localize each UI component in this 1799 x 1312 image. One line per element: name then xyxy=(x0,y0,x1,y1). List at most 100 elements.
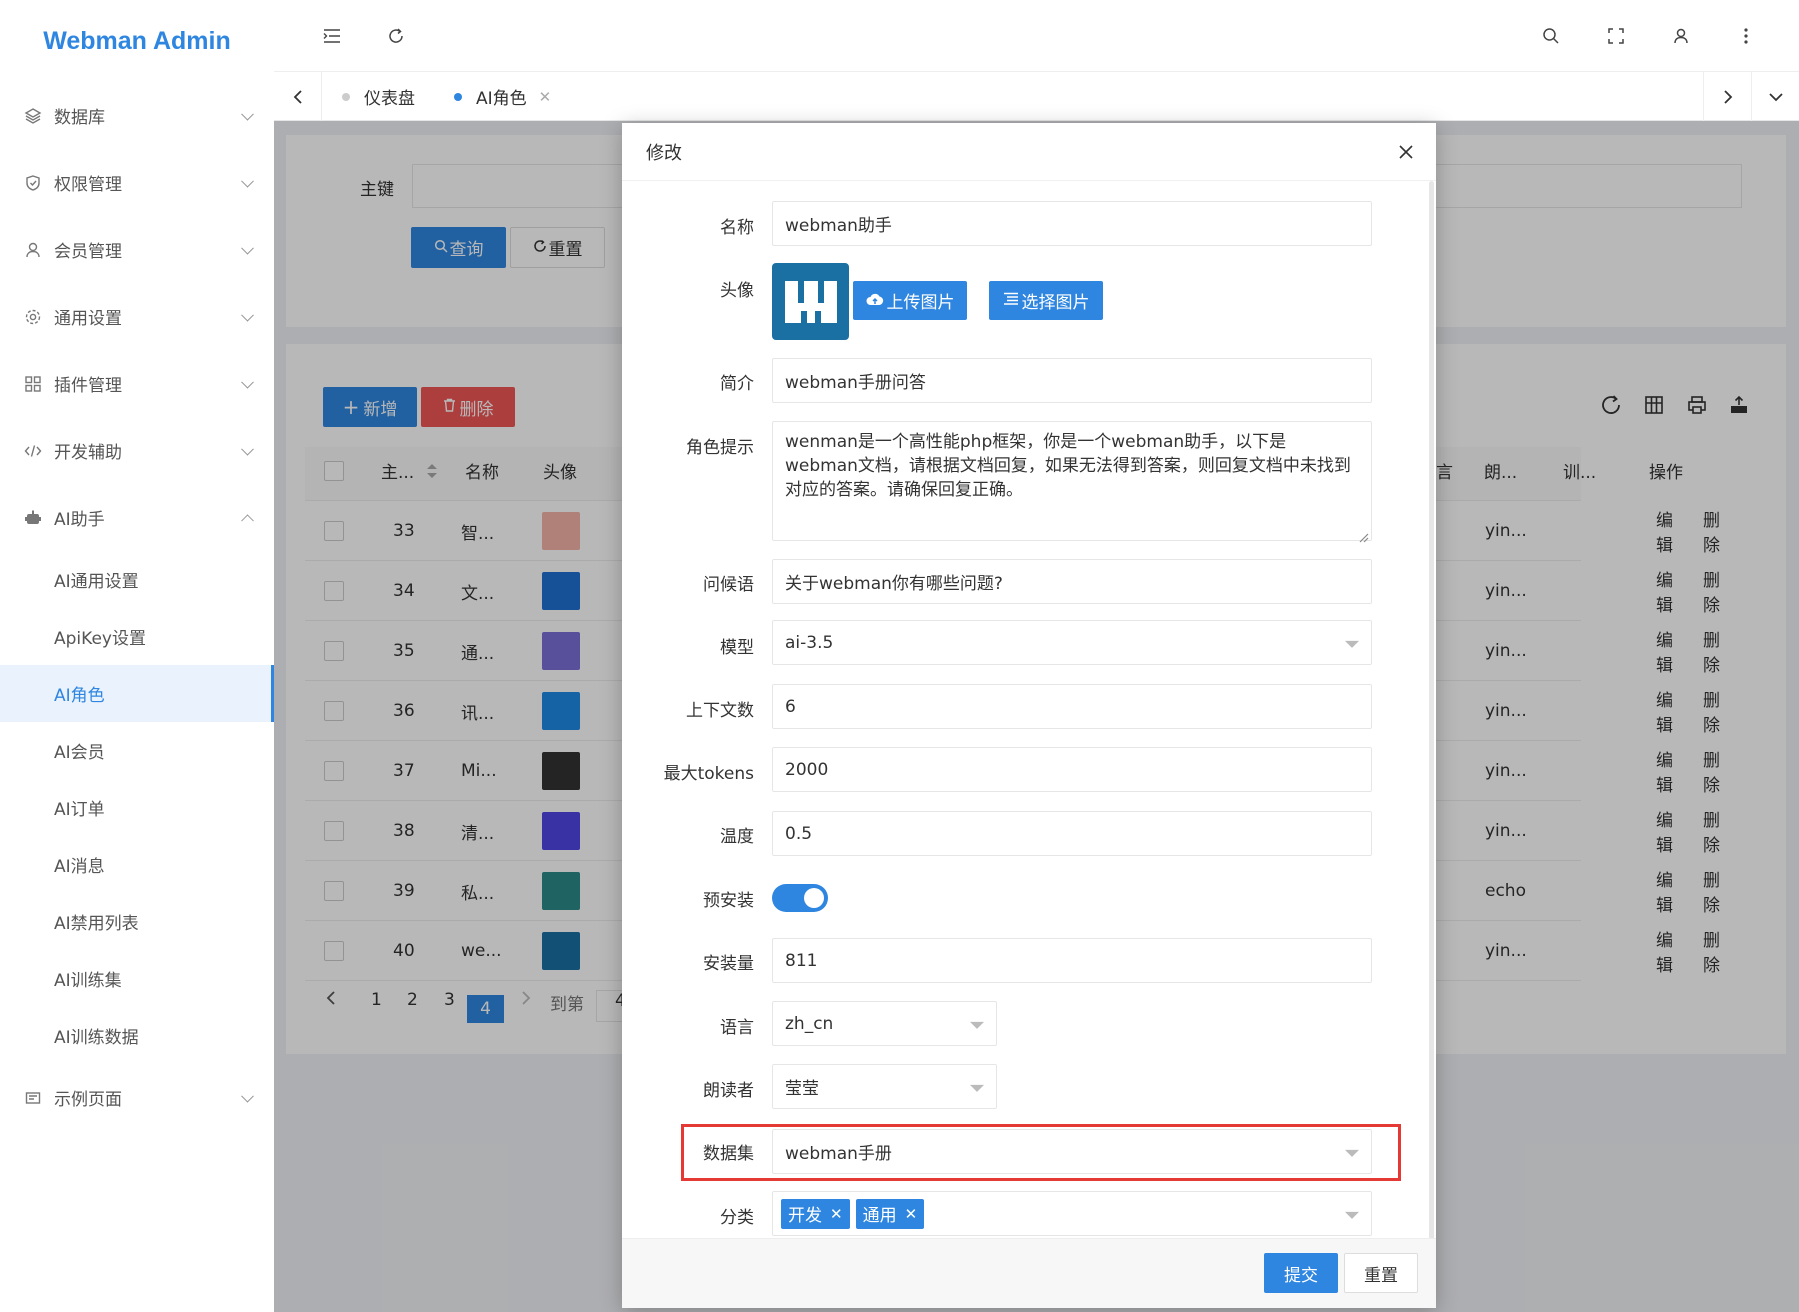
modal-title: 修改 xyxy=(646,142,682,164)
upload-image-button[interactable]: 上传图片 xyxy=(853,281,967,320)
reset-button[interactable]: 重置 xyxy=(1344,1253,1418,1293)
sidebar-item-label: 插件管理 xyxy=(54,376,122,396)
modal-scrollbar[interactable] xyxy=(1429,181,1434,1241)
robot-icon xyxy=(24,509,42,527)
tag-label: 开发 xyxy=(788,1206,822,1226)
sidebar-item-database[interactable]: 数据库 xyxy=(0,82,274,149)
more-vertical-icon[interactable] xyxy=(1732,22,1760,50)
greeting-input[interactable]: 关于webman你有哪些问题? xyxy=(772,559,1372,604)
close-icon[interactable] xyxy=(1396,142,1416,162)
sidebar-item-ai-assistant[interactable]: AI助手 xyxy=(0,484,274,551)
chevron-down-icon xyxy=(241,1089,254,1103)
tab-status-dot xyxy=(342,92,350,101)
sidebar-item-permissions[interactable]: 权限管理 xyxy=(0,149,274,216)
chevron-down-icon xyxy=(241,375,254,389)
language-value: zh_cn xyxy=(785,1013,834,1034)
apps-icon xyxy=(24,375,42,393)
reader-select[interactable]: 莹莹 xyxy=(772,1064,997,1109)
reader-value: 莹莹 xyxy=(785,1079,819,1099)
installs-input[interactable]: 811 xyxy=(772,938,1372,983)
dataset-select[interactable]: webman手册 xyxy=(772,1129,1372,1174)
caret-down-icon xyxy=(1345,1211,1359,1219)
chevron-down-icon xyxy=(241,174,254,188)
user-icon xyxy=(24,241,42,259)
menu-toggle-icon[interactable] xyxy=(318,22,346,50)
sidebar-item-label: 示例页面 xyxy=(54,1090,122,1110)
tab-ai-roles[interactable]: AI角色 ✕ xyxy=(454,72,551,121)
user-icon[interactable] xyxy=(1667,22,1695,50)
avatar-preview xyxy=(772,263,849,340)
chevron-down-icon xyxy=(241,442,254,456)
tab-label: 仪表盘 xyxy=(364,89,415,109)
sidebar-subitem-ai-orders[interactable]: AI订单 xyxy=(0,779,274,836)
choose-label: 选择图片 xyxy=(1021,293,1090,313)
reader-label: 朗读者 xyxy=(703,1081,754,1101)
dataset-label: 数据集 xyxy=(703,1144,754,1164)
submit-button[interactable]: 提交 xyxy=(1264,1253,1338,1293)
tabs-scroll-right-icon[interactable] xyxy=(1703,72,1751,121)
sidebar: Webman Admin 数据库 权限管理 会员管理 通用设置 插件管理 开发辅… xyxy=(0,0,274,1312)
installs-label: 安装量 xyxy=(703,954,754,974)
prompt-textarea[interactable]: wenman是一个高性能php框架，你是一个webman助手，以下是webman… xyxy=(772,421,1372,541)
desc-label: 简介 xyxy=(720,374,754,394)
app-logo: Webman Admin xyxy=(43,26,231,55)
chevron-down-icon xyxy=(241,308,254,322)
sidebar-item-examples[interactable]: 示例页面 xyxy=(0,1064,274,1131)
layers-icon xyxy=(24,107,42,125)
chevron-up-icon xyxy=(241,513,254,527)
model-select[interactable]: ai-3.5 xyxy=(772,620,1372,665)
sidebar-item-label: AI助手 xyxy=(54,510,105,530)
sidebar-item-plugins[interactable]: 插件管理 xyxy=(0,350,274,417)
sidebar-item-general-settings[interactable]: 通用设置 xyxy=(0,283,274,350)
tabs-scroll-left-icon[interactable] xyxy=(274,72,322,121)
model-value: ai-3.5 xyxy=(785,632,834,653)
tab-dashboard[interactable]: 仪表盘 xyxy=(342,72,415,121)
sidebar-subitem-ai-settings[interactable]: AI通用设置 xyxy=(0,551,274,608)
list-icon xyxy=(1003,291,1019,311)
context-label: 上下文数 xyxy=(686,701,754,721)
sidebar-subitem-ai-banlist[interactable]: AI禁用列表 xyxy=(0,893,274,950)
cloud-upload-icon xyxy=(866,291,884,311)
max-tokens-input[interactable]: 2000 xyxy=(772,747,1372,792)
name-input[interactable]: webman助手 xyxy=(772,201,1372,246)
caret-down-icon xyxy=(1345,1149,1359,1157)
modal-header: 修改 xyxy=(622,123,1436,181)
category-tag: 开发 ✕ xyxy=(781,1198,850,1229)
language-select[interactable]: zh_cn xyxy=(772,1001,997,1046)
preinstall-toggle[interactable] xyxy=(772,884,828,912)
sidebar-item-members[interactable]: 会员管理 xyxy=(0,216,274,283)
close-icon[interactable]: ✕ xyxy=(830,1205,843,1223)
sidebar-item-label: 权限管理 xyxy=(54,175,122,195)
toggle-knob xyxy=(804,888,824,908)
sidebar-item-dev-tools[interactable]: 开发辅助 xyxy=(0,417,274,484)
caret-down-icon xyxy=(970,1084,984,1092)
sidebar-subitem-ai-messages[interactable]: AI消息 xyxy=(0,836,274,893)
refresh-icon[interactable] xyxy=(382,22,410,50)
sidebar-subitem-ai-roles[interactable]: AI角色 xyxy=(0,665,274,722)
close-icon[interactable]: ✕ xyxy=(539,88,552,106)
category-select[interactable]: 开发 ✕ 通用 ✕ xyxy=(772,1191,1372,1236)
top-bar xyxy=(274,0,1799,72)
upload-label: 上传图片 xyxy=(886,293,955,313)
page-icon xyxy=(24,1089,42,1107)
sidebar-item-label: 会员管理 xyxy=(54,242,122,262)
search-icon[interactable] xyxy=(1537,22,1565,50)
caret-down-icon xyxy=(1345,640,1359,648)
desc-input[interactable]: webman手册问答 xyxy=(772,358,1372,403)
resize-handle-icon[interactable] xyxy=(1359,528,1369,548)
name-label: 名称 xyxy=(720,218,754,238)
sidebar-subitem-ai-trainset[interactable]: AI训练集 xyxy=(0,950,274,1007)
chevron-down-icon xyxy=(241,241,254,255)
close-icon[interactable]: ✕ xyxy=(905,1205,918,1223)
sidebar-subitem-apikey[interactable]: ApiKey设置 xyxy=(0,608,274,665)
sidebar-subitem-ai-traindata[interactable]: AI训练数据 xyxy=(0,1007,274,1064)
tabs-dropdown-icon[interactable] xyxy=(1751,72,1799,121)
fullscreen-icon[interactable] xyxy=(1602,22,1630,50)
sidebar-subitem-ai-members[interactable]: AI会员 xyxy=(0,722,274,779)
dataset-value: webman手册 xyxy=(785,1144,892,1164)
temperature-input[interactable]: 0.5 xyxy=(772,811,1372,856)
choose-image-button[interactable]: 选择图片 xyxy=(989,281,1103,320)
sidebar-item-label: 通用设置 xyxy=(54,309,122,329)
model-label: 模型 xyxy=(720,638,754,658)
context-input[interactable]: 6 xyxy=(772,684,1372,729)
